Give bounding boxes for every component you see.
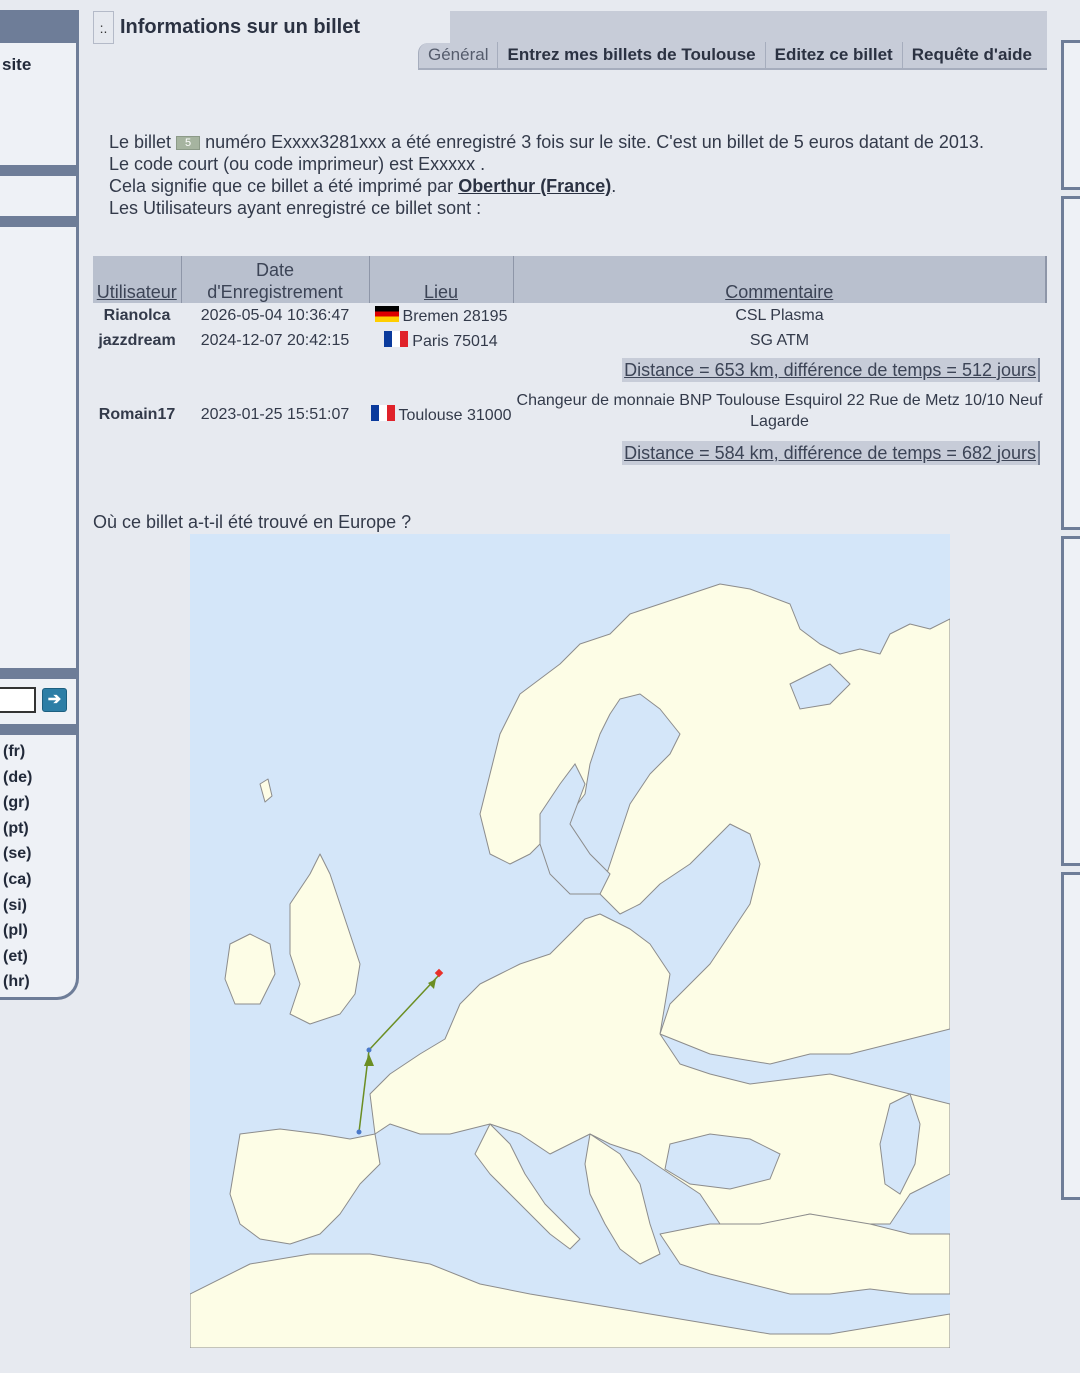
language-link[interactable]: (et) (3, 948, 32, 974)
language-link[interactable]: (pt) (3, 820, 32, 846)
right-sidebar-box (1061, 196, 1080, 530)
route-segment (368, 973, 441, 1051)
cell-user: jazzdream (98, 331, 176, 349)
sidebar-band (0, 13, 76, 43)
cell-date: 2026-05-04 10:36:47 (200, 306, 350, 324)
europe-map[interactable] (189, 534, 951, 1349)
language-link[interactable]: (se) (3, 845, 32, 871)
cell-place: Bremen 28195 (369, 303, 513, 328)
sidebar-language-list: (fr) (de) (gr) (pt) (se) (ca) (si) (pl) … (3, 743, 32, 997)
sidebar-divider (0, 216, 76, 227)
column-header-date-label: Date d'Enregistrement (207, 260, 343, 302)
right-sidebar-box (1061, 536, 1080, 866)
sidebar-divider (0, 724, 76, 735)
marker-paris[interactable] (366, 1047, 372, 1053)
language-link[interactable]: (fr) (3, 743, 32, 769)
marker-bremen[interactable] (434, 968, 444, 978)
language-link[interactable]: (ca) (3, 871, 32, 897)
distance-row: Distance = 653 km, différence de temps =… (93, 353, 1046, 387)
europe-map-svg (189, 583, 951, 1349)
place-label: Toulouse 31000 (398, 407, 512, 424)
route-arrow-icon (364, 1054, 374, 1066)
header-badge: :. (93, 11, 114, 44)
tab-general[interactable]: Général (419, 42, 499, 69)
table-row: Rianolca 2026-05-04 10:36:47 Bremen 2819… (93, 303, 1046, 328)
route-arrow-icon (428, 979, 436, 989)
cell-date: 2024-12-07 20:42:15 (200, 331, 350, 349)
place-label: Bremen 28195 (402, 307, 508, 325)
main-header: :. Informations sur un billet (93, 11, 1047, 44)
info-line-4: Les Utilisateurs ayant enregistré ce bil… (109, 198, 482, 218)
sidebar-divider (0, 668, 76, 679)
cell-place: Toulouse 31000 (369, 387, 513, 435)
info-line-3-suffix: . (611, 176, 617, 196)
column-header-user[interactable]: Utilisateur (93, 256, 182, 303)
info-line-3-prefix: Cela signifie que ce billet a été imprim… (109, 176, 454, 196)
tab-enter-notes[interactable]: Entrez mes billets de Toulouse (498, 42, 766, 69)
cell-date: 2023-01-25 15:51:07 (200, 406, 350, 423)
cell-comment: Changeur de monnaie BNP Toulouse Esquiro… (516, 392, 1043, 430)
cell-place: Paris 75014 (369, 328, 513, 353)
distance-cell: Distance = 653 km, différence de temps =… (93, 353, 1046, 387)
cell-comment: SG ATM (749, 331, 810, 349)
info-line-2: Le code court (ou code imprimeur) est Ex… (109, 154, 486, 174)
users-table: Utilisateur Date d'Enregistrement Lieu C… (93, 256, 1047, 471)
marker-toulouse[interactable] (356, 1129, 362, 1135)
cell-user: Romain17 (98, 406, 176, 423)
france-flag-icon (384, 330, 409, 347)
sidebar-site-label: site (2, 55, 32, 74)
info-line-1-suffix: numéro Exxxx3281xxx a été enregistré 3 f… (205, 132, 984, 152)
tab-edit-note[interactable]: Editez ce billet (766, 42, 903, 69)
right-sidebar-box (1061, 872, 1080, 1200)
left-sidebar: site ➔ (fr) (de) (gr) (pt) (se) (ca) (si… (0, 10, 79, 1000)
distance-cell: Distance = 584 km, différence de temps =… (93, 435, 1046, 471)
map-heading: Où ce billet a-t-il été trouvé en Europe… (93, 512, 412, 532)
info-line-1-prefix: Le billet (109, 132, 172, 152)
note-info: Le billet 5 numéro Exxxx3281xxx a été enr… (109, 131, 1039, 219)
cell-user: Rianolca (103, 306, 171, 324)
land-iberia (229, 1128, 381, 1245)
language-link[interactable]: (hr) (3, 973, 32, 997)
banknote-icon: 5 (176, 136, 201, 150)
france-flag-icon (370, 405, 395, 421)
land-turkey (659, 1213, 951, 1295)
tab-help-request[interactable]: Requête d'aide (903, 42, 1041, 69)
language-link[interactable]: (de) (3, 769, 32, 795)
language-link[interactable]: (si) (3, 897, 32, 923)
land-great-britain (289, 853, 361, 1025)
distance-link[interactable]: Distance = 584 km, différence de temps =… (622, 441, 1040, 465)
distance-link[interactable]: Distance = 653 km, différence de temps =… (622, 358, 1040, 382)
column-header-date[interactable]: Date d'Enregistrement (181, 256, 370, 303)
sidebar-divider (0, 165, 76, 176)
info-line-3: Cela signifie que ce billet a été imprim… (109, 175, 1039, 197)
page-title: Informations sur un billet (120, 11, 367, 44)
printer-link[interactable]: Oberthur (France) (458, 176, 611, 196)
table-row: jazzdream 2024-12-07 20:42:15 Paris 7501… (93, 328, 1046, 353)
right-sidebar-box (1061, 40, 1080, 190)
land-island-small (259, 778, 273, 803)
column-header-comment[interactable]: Commentaire (513, 256, 1047, 303)
column-header-place[interactable]: Lieu (369, 256, 514, 303)
cell-comment: CSL Plasma (735, 306, 824, 324)
germany-flag-icon (374, 305, 399, 322)
sidebar-search-input[interactable] (0, 687, 36, 713)
table-row: Romain17 2023-01-25 15:51:07 Toulouse 31… (93, 387, 1046, 435)
language-link[interactable]: (pl) (3, 922, 32, 948)
place-label: Paris 75014 (412, 332, 498, 350)
land-ireland (224, 933, 276, 1005)
sidebar-search-go-button[interactable]: ➔ (42, 688, 67, 712)
distance-row: Distance = 584 km, différence de temps =… (93, 435, 1046, 471)
info-line-1: Le billet 5 numéro Exxxx3281xxx a été enr… (109, 131, 1039, 153)
tab-bar: Général Entrez mes billets de Toulouse E… (418, 42, 1047, 70)
language-link[interactable]: (gr) (3, 794, 32, 820)
